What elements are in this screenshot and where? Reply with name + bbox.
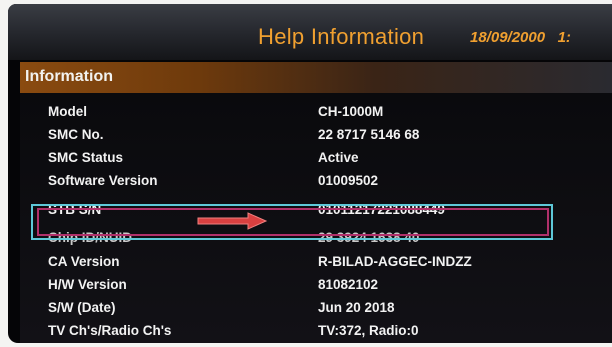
info-label: SMC No. xyxy=(48,127,104,142)
info-label: Model xyxy=(48,104,87,119)
info-value: R-BILAD-AGGEC-INDZZ xyxy=(318,254,472,269)
info-row-channels: TV Ch's/Radio Ch's TV:372, Radio:0 xyxy=(20,323,612,343)
date-text: 18/09/2000 xyxy=(470,29,546,46)
info-value: 22 8717 5146 68 xyxy=(318,127,420,142)
info-row-ca-version: CA Version R-BILAD-AGGEC-INDZZ xyxy=(20,254,612,276)
info-row-software-version: Software Version 01009502 xyxy=(20,173,612,195)
panel-title: Information xyxy=(25,68,113,85)
page-title: Help Information xyxy=(258,24,425,49)
info-value: Active xyxy=(318,150,359,165)
info-value: 01009502 xyxy=(318,173,379,188)
info-row-smc-no: SMC No. 22 8717 5146 68 xyxy=(20,127,612,149)
info-value: 81082102 xyxy=(318,277,379,292)
time-text: 1: xyxy=(557,29,571,46)
info-label: TV Ch's/Radio Ch's xyxy=(48,323,172,338)
highlight-box-inner xyxy=(37,208,549,236)
info-row-hw-version: H/W Version 81082102 xyxy=(20,277,612,299)
info-value: TV:372, Radio:0 xyxy=(318,323,419,338)
right-arrow-icon xyxy=(197,212,268,230)
info-row-sw-date: S/W (Date) Jun 20 2018 xyxy=(20,300,612,322)
info-row-model: Model CH-1000M xyxy=(20,104,612,126)
info-label: CA Version xyxy=(48,254,120,269)
info-label: S/W (Date) xyxy=(48,300,116,315)
info-label: SMC Status xyxy=(48,150,124,165)
panel-header: Information xyxy=(20,62,612,93)
info-label: H/W Version xyxy=(48,277,127,292)
info-row-smc-status: SMC Status Active xyxy=(20,150,612,172)
title-bar: Help Information 18/09/2000 1: xyxy=(8,4,612,60)
tv-screen: Help Information 18/09/2000 1: Informati… xyxy=(8,4,612,343)
info-value: Jun 20 2018 xyxy=(318,300,395,315)
info-label: Software Version xyxy=(48,173,158,188)
date-time: 18/09/2000 1: xyxy=(470,29,571,46)
info-value: CH-1000M xyxy=(318,104,384,119)
